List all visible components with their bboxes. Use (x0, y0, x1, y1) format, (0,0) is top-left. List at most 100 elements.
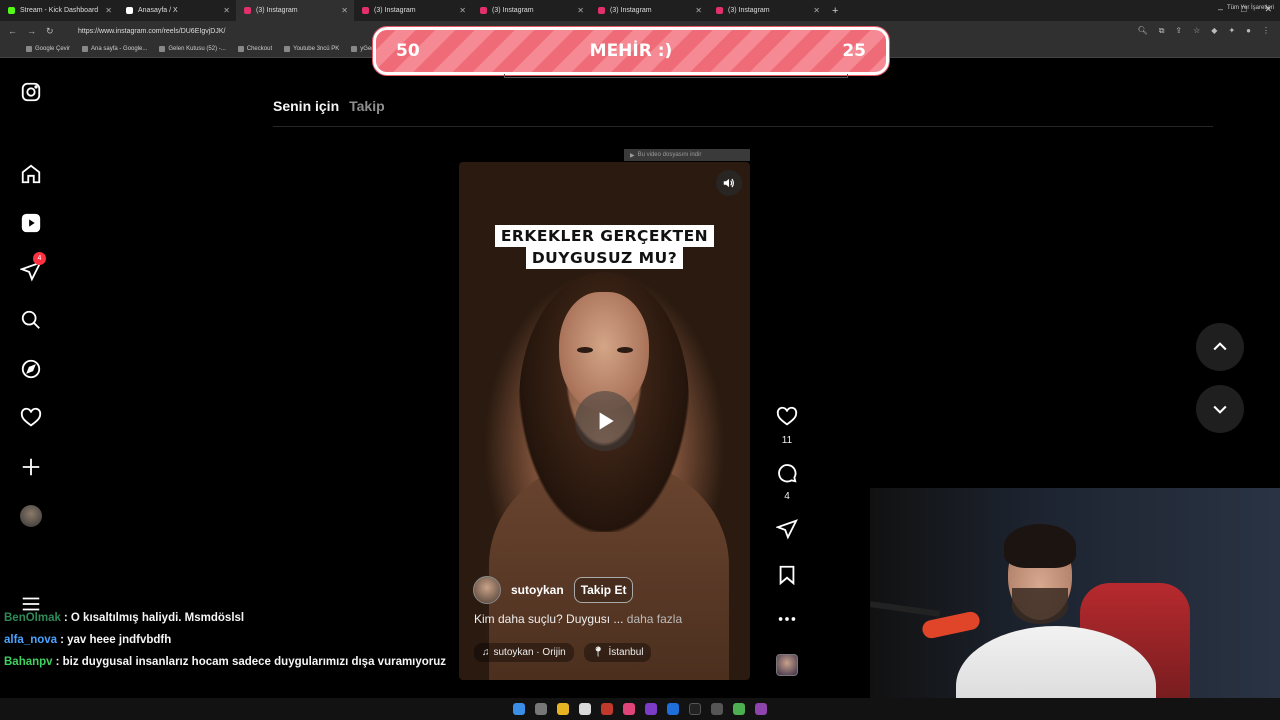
video-subject-eye (617, 347, 633, 353)
forward-icon[interactable]: → (27, 26, 36, 37)
browser-tab-strip: Stream - Kick Dashboard ✕ Anasayfa / X ✕ (3)… (0, 0, 1280, 21)
taskview-icon[interactable] (535, 703, 547, 715)
app-icon[interactable] (645, 703, 657, 715)
reel-caption: Kim daha suçlu? Duygusı ... daha fazla (474, 612, 682, 626)
tab-close-icon[interactable]: ✕ (105, 6, 112, 15)
more-options-icon[interactable] (770, 608, 804, 635)
feed-tabs: Senin için Takip (273, 98, 385, 114)
app-icon[interactable] (711, 703, 723, 715)
menu-icon[interactable]: ⋮ (1262, 26, 1270, 36)
tab-close-icon[interactable]: ✕ (577, 6, 584, 15)
back-icon[interactable]: ← (8, 26, 17, 37)
app-icon[interactable] (755, 703, 767, 715)
create-plus-icon[interactable] (19, 455, 43, 479)
minimize-icon[interactable]: – (1218, 4, 1223, 15)
browser-tab[interactable]: (3) Instagram ✕ (590, 0, 708, 21)
download-video-label: Bu video dosyasını indir (637, 152, 702, 158)
play-icon[interactable] (575, 391, 635, 451)
follow-button[interactable]: Takip Et (573, 577, 634, 603)
tab-label: (3) Instagram (610, 7, 652, 14)
search-box-edge (504, 74, 848, 78)
tab-label: (3) Instagram (374, 7, 416, 14)
bookmark-item[interactable]: Youtube 3ncü PK (284, 46, 339, 52)
download-video-bar[interactable]: ▶ Bu video dosyasını indir (624, 149, 750, 161)
bookmark-item[interactable]: Google Çevir (26, 46, 70, 52)
reel-overlay-line2: DUYGUSUZ MU? (525, 247, 684, 269)
volume-icon[interactable] (716, 170, 742, 196)
reload-icon[interactable]: ↻ (46, 26, 54, 37)
app-icon[interactable] (623, 703, 635, 715)
all-bookmarks[interactable]: Tüm Yer İşaretleri (1227, 5, 1274, 11)
search-icon[interactable] (19, 308, 43, 332)
url-field[interactable]: https://www.instagram.com/reels/DU6EIgvj… (78, 28, 225, 35)
chat-text: : yav heee jndfvbdfh (60, 634, 172, 646)
browser-tab[interactable]: (3) Instagram ✕ (708, 0, 826, 21)
profile-icon[interactable]: ● (1246, 26, 1251, 36)
video-subject-eye (577, 347, 593, 353)
bookmark-item[interactable]: Checkout (237, 46, 272, 52)
caption-more-link[interactable]: daha fazla (627, 612, 682, 626)
alert-left-value: 50 (396, 41, 420, 61)
next-reel-button[interactable] (1196, 385, 1244, 433)
audio-thumbnail[interactable] (770, 654, 804, 676)
share-action-icon[interactable] (770, 518, 804, 545)
tab-for-you[interactable]: Senin için (273, 98, 339, 114)
extension-icon[interactable]: ◆ (1211, 26, 1217, 36)
chrome-icon[interactable] (733, 703, 745, 715)
author-name[interactable]: sutoykan (511, 583, 564, 597)
feed-divider (273, 126, 1213, 127)
app-icon[interactable] (601, 703, 613, 715)
extensions-puzzle-icon[interactable]: ✦ (1228, 26, 1235, 36)
alert-title: MEHİR :) (589, 41, 673, 61)
like-heart-icon[interactable] (770, 406, 804, 433)
bookmark-item[interactable]: Gelen Kutusu (52) -... (159, 46, 226, 52)
browser-tab[interactable]: (3) Instagram ✕ (236, 0, 354, 21)
tab-close-icon[interactable]: ✕ (459, 6, 466, 15)
profile-avatar[interactable] (19, 504, 43, 528)
notifications-heart-icon[interactable] (19, 406, 43, 430)
browser-tab[interactable]: Anasayfa / X ✕ (118, 0, 236, 21)
share-icon[interactable]: ⇪ (1175, 26, 1182, 36)
install-icon[interactable]: ⧉ (1159, 26, 1165, 36)
previous-reel-button[interactable] (1196, 323, 1244, 371)
app-icon[interactable] (579, 703, 591, 715)
author-avatar[interactable] (473, 576, 501, 604)
reel-meta-chips: ♫ sutoykan · Orijin 📍︎ İstanbul (474, 643, 652, 662)
browser-tab[interactable]: Stream - Kick Dashboard ✕ (0, 0, 118, 21)
audio-chip[interactable]: ♫ sutoykan · Orijin (474, 643, 574, 662)
tiktok-icon[interactable] (689, 703, 701, 715)
tab-close-icon[interactable]: ✕ (695, 6, 702, 15)
taskbar (0, 698, 1280, 720)
audio-label: sutoykan · Orijin (493, 647, 566, 658)
location-chip[interactable]: 📍︎ İstanbul (583, 643, 652, 662)
reels-icon[interactable] (19, 211, 43, 235)
comment-icon[interactable] (770, 462, 804, 489)
start-icon[interactable] (513, 703, 525, 715)
new-tab-icon[interactable]: + (832, 5, 838, 17)
bookmark-item[interactable]: Ana sayfa - Google... (82, 46, 147, 52)
messages-icon[interactable]: 4 (19, 252, 46, 283)
app-icon[interactable] (667, 703, 679, 715)
tab-label: Anasayfa / X (138, 7, 178, 14)
instagram-logo-icon[interactable] (19, 80, 43, 104)
zoom-icon[interactable]: 🔍︎ (1138, 26, 1148, 36)
tab-close-icon[interactable]: ✕ (223, 6, 230, 15)
tab-close-icon[interactable]: ✕ (813, 6, 820, 15)
save-bookmark-icon[interactable] (770, 564, 804, 591)
tab-favicon-icon (598, 7, 605, 14)
explorer-icon[interactable] (557, 703, 569, 715)
browser-tab[interactable]: (3) Instagram ✕ (354, 0, 472, 21)
streamer-beard (1012, 588, 1068, 624)
explore-icon[interactable] (19, 357, 43, 381)
home-icon[interactable] (19, 162, 43, 186)
comment-action: 4 (770, 462, 804, 502)
chat-username: alfa_nova (4, 634, 58, 646)
chat-text: : biz duygusal insanlarız hocam sadece d… (55, 656, 447, 668)
browser-tab[interactable]: (3) Instagram ✕ (472, 0, 590, 21)
tab-label: (3) Instagram (256, 7, 298, 14)
chat-message: BenOlmak: O kısaltılmış haliydi. Msmdösl… (4, 608, 464, 630)
streamer-hair (1004, 524, 1076, 568)
bookmark-star-icon[interactable]: ☆ (1193, 26, 1200, 36)
tab-following[interactable]: Takip (349, 98, 385, 114)
tab-close-icon[interactable]: ✕ (341, 6, 348, 15)
